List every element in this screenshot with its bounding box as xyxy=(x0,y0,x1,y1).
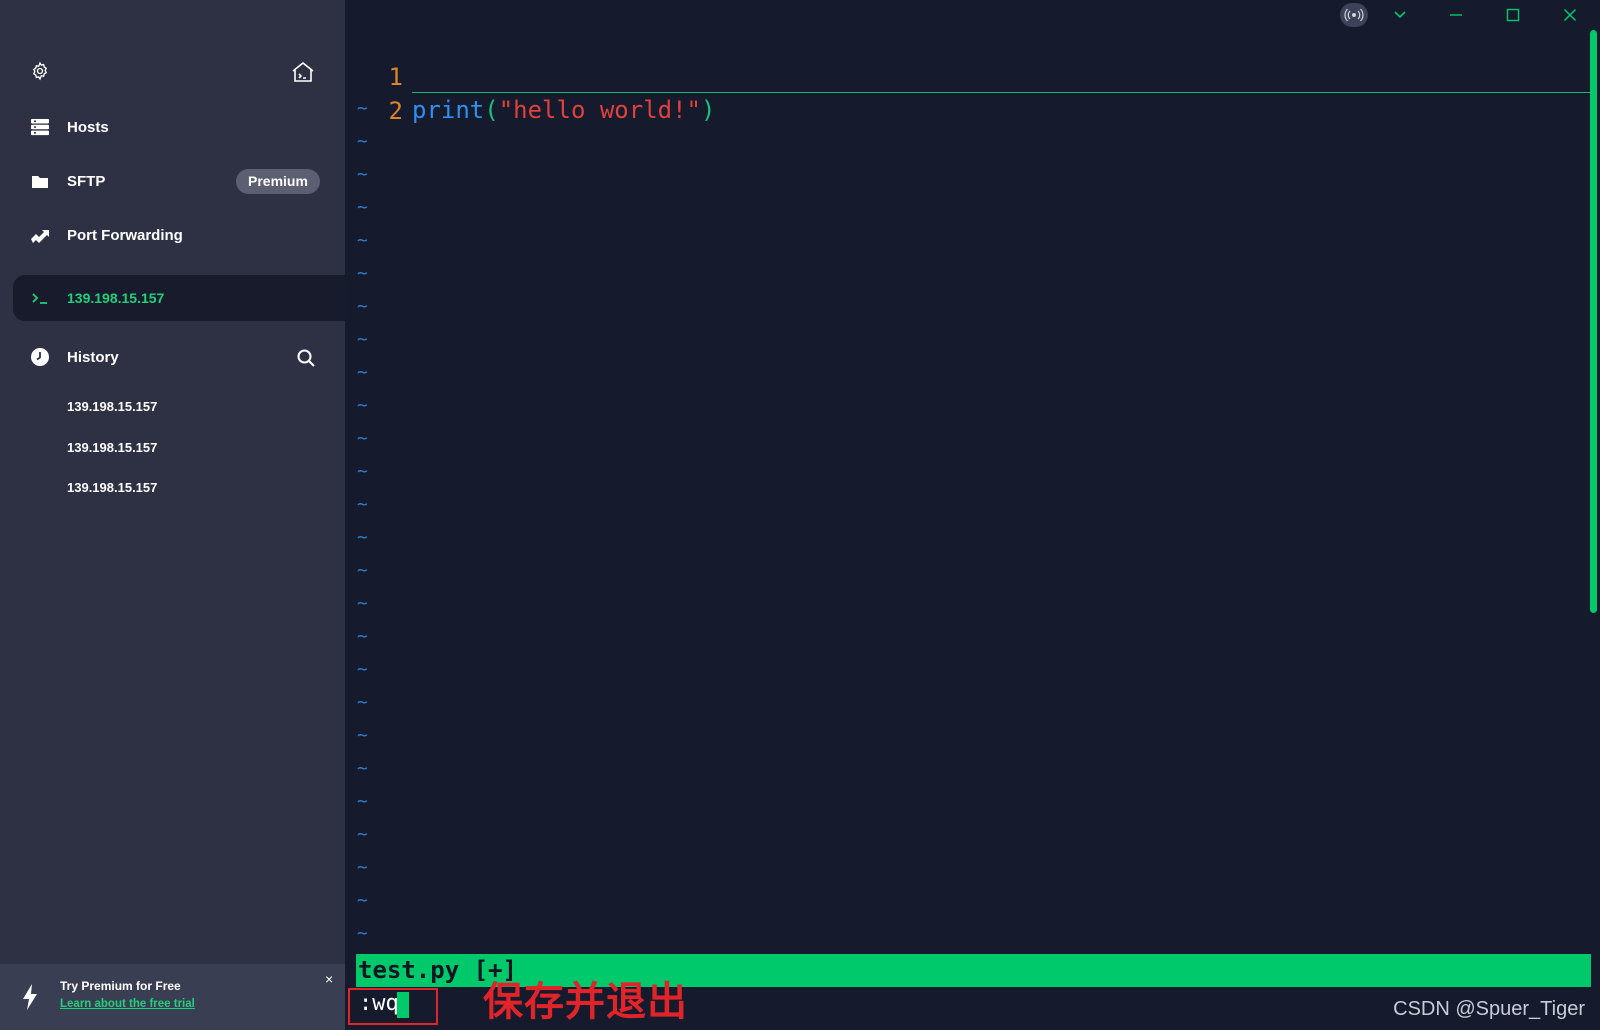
promo-title: Try Premium for Free xyxy=(60,979,181,993)
premium-promo-banner: Try Premium for Free Learn about the fre… xyxy=(0,964,345,1030)
sidebar-item-sftp[interactable]: SFTP Premium xyxy=(0,158,345,204)
line-number: 2 xyxy=(388,97,403,125)
empty-line-marker: ~ xyxy=(357,329,368,350)
empty-line-marker: ~ xyxy=(357,494,368,515)
close-icon[interactable]: × xyxy=(325,972,333,986)
terminal-editor[interactable]: 1 print("hello world!") 2 ~ ~ ~ ~ ~ ~ ~ ~ ~ ~ ~ ~ ~ ~… xyxy=(345,0,1600,1030)
empty-line-marker: ~ xyxy=(357,197,368,218)
folder-icon xyxy=(28,169,52,193)
empty-line-marker: ~ xyxy=(357,824,368,845)
empty-line-marker: ~ xyxy=(357,395,368,416)
empty-line-marker: ~ xyxy=(357,659,368,680)
sidebar-item-port-forwarding[interactable]: Port Forwarding xyxy=(0,212,345,258)
empty-line-marker: ~ xyxy=(357,791,368,812)
empty-line-marker: ~ xyxy=(357,98,368,119)
token-paren: ) xyxy=(701,96,716,124)
hosts-grid-icon xyxy=(28,115,52,139)
token-string: "hello world!" xyxy=(498,96,701,124)
empty-line-marker: ~ xyxy=(357,428,368,449)
window-controls xyxy=(1330,0,1600,30)
command-line: :wq xyxy=(359,991,399,1016)
lightning-icon xyxy=(18,982,42,1012)
terminal-prompt-icon xyxy=(28,286,52,310)
empty-line-marker: ~ xyxy=(357,131,368,152)
history-item[interactable]: 139.198.15.157 xyxy=(67,399,157,414)
empty-line-marker: ~ xyxy=(357,692,368,713)
close-icon[interactable] xyxy=(1555,2,1585,28)
text-cursor xyxy=(397,992,409,1018)
empty-line-marker: ~ xyxy=(357,263,368,284)
empty-line-marker: ~ xyxy=(357,461,368,482)
sidebar-item-active-session[interactable]: 139.198.15.157 xyxy=(13,275,345,321)
port-forward-icon xyxy=(28,223,52,247)
code-line: 2 xyxy=(345,62,403,125)
sidebar-item-label: Port Forwarding xyxy=(67,226,183,244)
broadcast-icon[interactable] xyxy=(1339,2,1369,28)
watermark: CSDN @Spuer_Tiger xyxy=(1393,998,1585,1020)
empty-line-marker: ~ xyxy=(357,164,368,185)
sidebar-item-label: History xyxy=(67,348,119,366)
history-item[interactable]: 139.198.15.157 xyxy=(67,440,157,455)
empty-line-marker: ~ xyxy=(357,230,368,251)
sidebar-item-label: Hosts xyxy=(67,118,109,136)
maximize-icon[interactable] xyxy=(1498,2,1528,28)
empty-line-marker: ~ xyxy=(357,758,368,779)
session-label: 139.198.15.157 xyxy=(67,290,165,306)
premium-badge[interactable]: Premium xyxy=(236,169,320,194)
sidebar-item-label: SFTP xyxy=(67,172,106,190)
clock-icon xyxy=(28,345,52,369)
empty-line-marker: ~ xyxy=(357,593,368,614)
cursor-line xyxy=(412,92,1592,93)
empty-line-marker: ~ xyxy=(357,362,368,383)
code-text: print("hello world!") xyxy=(412,94,715,127)
empty-line-marker: ~ xyxy=(357,626,368,647)
token-paren: ( xyxy=(484,96,499,124)
code-line: 1 print("hello world!") xyxy=(345,28,716,124)
gear-icon[interactable] xyxy=(28,59,52,83)
empty-line-marker: ~ xyxy=(357,725,368,746)
minimize-icon[interactable] xyxy=(1441,2,1471,28)
annotation-label: 保存并退出 xyxy=(483,979,688,1025)
home-terminal-icon[interactable] xyxy=(290,59,316,85)
empty-line-marker: ~ xyxy=(357,923,368,944)
chevron-down-icon[interactable] xyxy=(1385,2,1415,28)
empty-line-marker: ~ xyxy=(357,857,368,878)
empty-line-marker: ~ xyxy=(357,296,368,317)
free-trial-link[interactable]: Learn about the free trial xyxy=(60,998,195,1010)
empty-line-marker: ~ xyxy=(357,527,368,548)
history-item[interactable]: 139.198.15.157 xyxy=(67,480,157,495)
sidebar: Hosts SFTP Premium Port Forwarding 139.1… xyxy=(0,0,345,1030)
token-function: print xyxy=(412,96,485,124)
empty-line-marker: ~ xyxy=(357,890,368,911)
search-icon[interactable] xyxy=(294,346,318,370)
empty-line-marker: ~ xyxy=(357,560,368,581)
sidebar-item-hosts[interactable]: Hosts xyxy=(0,104,345,150)
scrollbar[interactable] xyxy=(1590,30,1597,613)
